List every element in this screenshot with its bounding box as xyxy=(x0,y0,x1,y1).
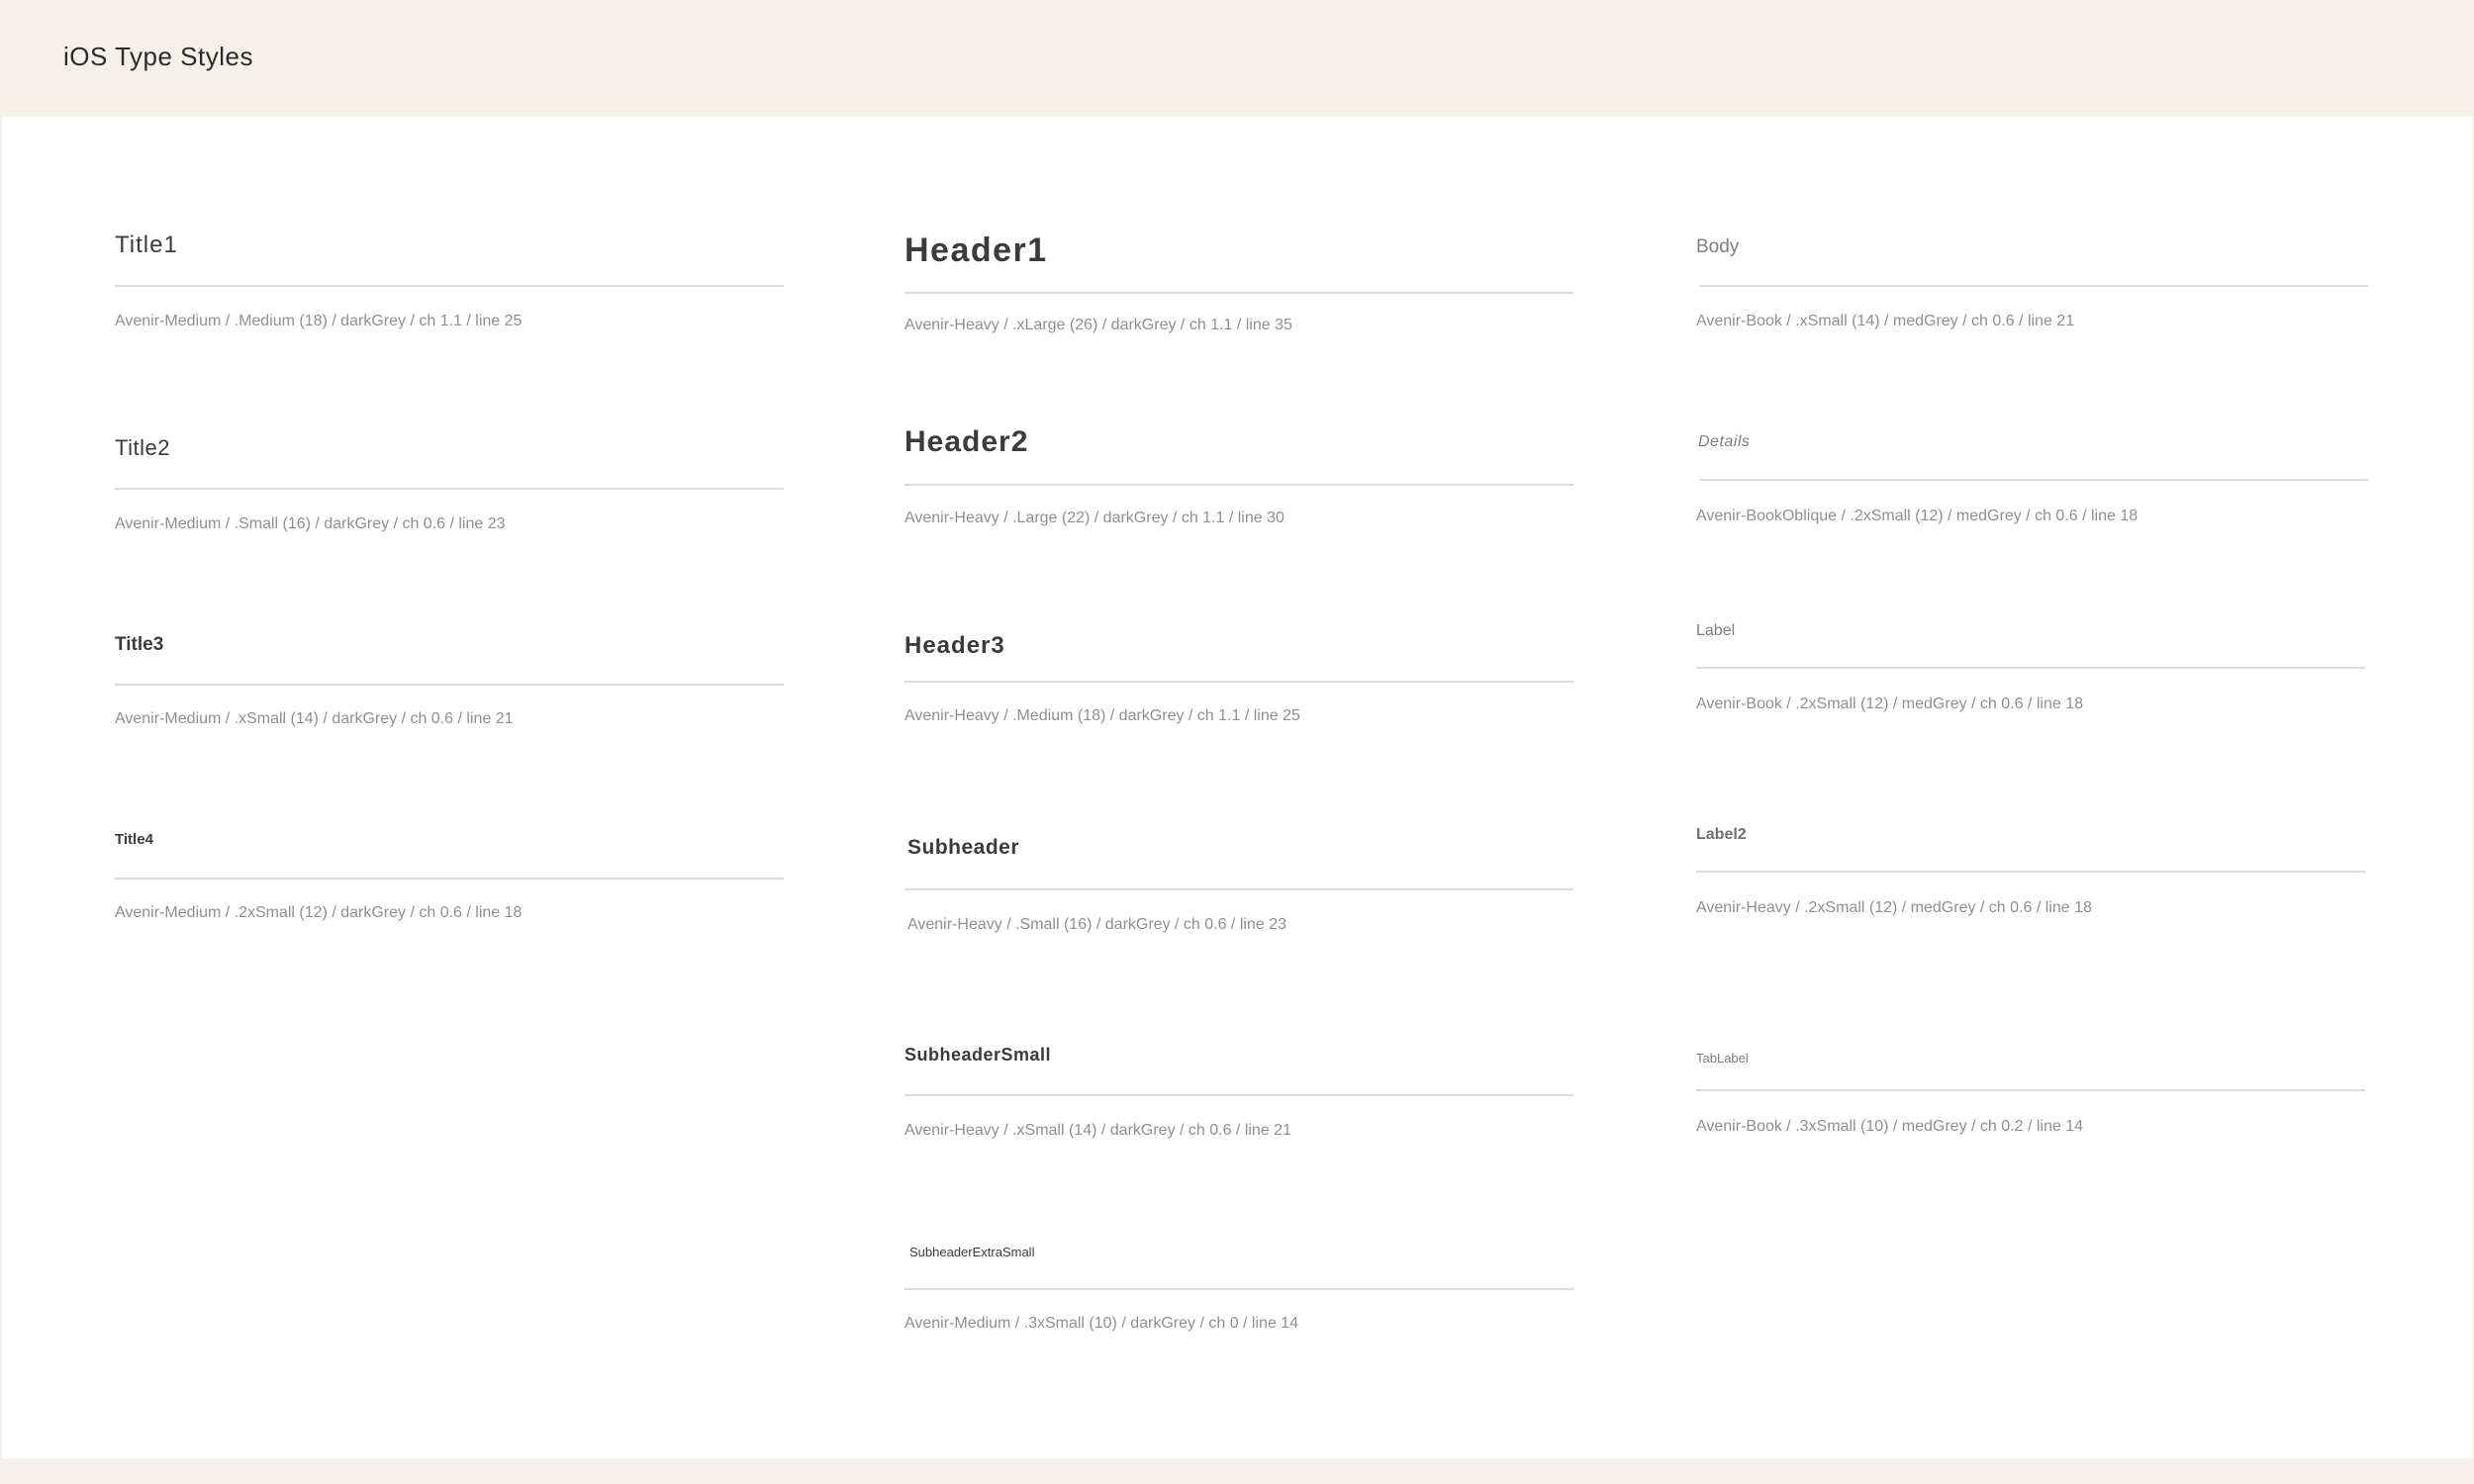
style-name: SubheaderSmall xyxy=(904,1045,1052,1065)
style-spec: Avenir-Book / .3xSmall (10) / medGrey / … xyxy=(1696,1118,2083,1135)
style-name: Header1 xyxy=(904,232,1048,269)
style-spec: Avenir-Medium / .xSmall (14) / darkGrey … xyxy=(115,710,514,727)
style-spec: Avenir-Heavy / .xSmall (14) / darkGrey /… xyxy=(904,1122,1291,1139)
divider xyxy=(1696,871,2365,873)
style-name: TabLabel xyxy=(1696,1051,1749,1066)
style-name: Title1 xyxy=(115,232,178,258)
style-spec: Avenir-BookOblique / .2xSmall (12) / med… xyxy=(1696,508,2139,524)
style-spec: Avenir-Heavy / .Large (22) / darkGrey / … xyxy=(904,510,1285,526)
style-name: Label xyxy=(1696,622,1736,639)
divider xyxy=(1696,1089,2365,1091)
page-header: iOS Type Styles xyxy=(0,0,2474,117)
style-spec: Avenir-Heavy / .Medium (18) / darkGrey /… xyxy=(904,707,1300,724)
style-spec: Avenir-Medium / .Medium (18) / darkGrey … xyxy=(115,313,523,329)
style-name: Title2 xyxy=(115,435,170,460)
style-name: Subheader xyxy=(907,836,1020,859)
style-name: Title4 xyxy=(115,831,153,848)
style-name: Label2 xyxy=(1696,826,1747,843)
style-spec: Avenir-Heavy / .2xSmall (12) / medGrey /… xyxy=(1696,899,2092,916)
style-spec: Avenir-Book / .2xSmall (12) / medGrey / … xyxy=(1696,696,2083,712)
page-footer-edge xyxy=(0,1458,2474,1484)
style-name: Header2 xyxy=(904,425,1029,458)
page-title: iOS Type Styles xyxy=(63,42,253,71)
style-name: Title3 xyxy=(115,634,164,655)
divider xyxy=(1699,479,2368,481)
style-spec: Avenir-Medium / .Small (16) / darkGrey /… xyxy=(115,515,506,532)
style-name: SubheaderExtraSmall xyxy=(909,1245,1035,1259)
divider xyxy=(115,285,784,287)
divider xyxy=(904,484,1573,486)
divider xyxy=(115,878,784,880)
style-spec: Avenir-Medium / .3xSmall (10) / darkGrey… xyxy=(904,1315,1299,1332)
style-name: Body xyxy=(1696,236,1740,257)
divider xyxy=(904,1094,1573,1096)
divider xyxy=(1696,667,2365,669)
divider xyxy=(904,292,1573,294)
style-spec: Avenir-Heavy / .Small (16) / darkGrey / … xyxy=(907,916,1286,933)
divider xyxy=(1699,285,2368,287)
style-spec: Avenir-Heavy / .xLarge (26) / darkGrey /… xyxy=(904,317,1292,333)
divider xyxy=(115,488,784,490)
type-styles-canvas: Title1 Avenir-Medium / .Medium (18) / da… xyxy=(2,117,2472,1458)
style-name: Details xyxy=(1698,433,1751,450)
divider xyxy=(904,1288,1573,1290)
style-spec: Avenir-Medium / .2xSmall (12) / darkGrey… xyxy=(115,904,523,921)
style-name: Header3 xyxy=(904,632,1005,659)
divider xyxy=(904,681,1573,683)
divider xyxy=(115,684,784,686)
style-spec: Avenir-Book / .xSmall (14) / medGrey / c… xyxy=(1696,313,2075,329)
divider xyxy=(904,888,1573,890)
